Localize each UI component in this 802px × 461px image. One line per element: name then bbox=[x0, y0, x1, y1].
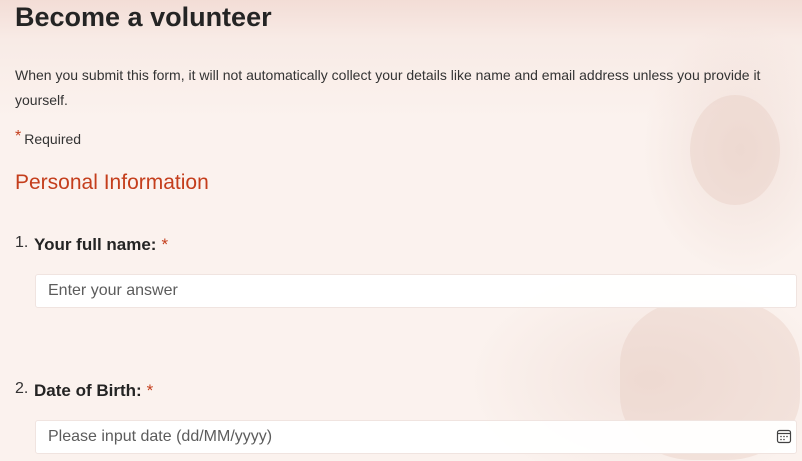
form-title: Become a volunteer bbox=[15, 2, 272, 32]
question-label-text: Your full name: bbox=[34, 235, 157, 254]
required-asterisk: * bbox=[161, 235, 169, 254]
question-date-of-birth: 2. Date of Birth: * bbox=[15, 380, 797, 460]
date-of-birth-input[interactable] bbox=[35, 420, 797, 454]
full-name-input[interactable] bbox=[35, 274, 797, 308]
question-label: Date of Birth: * bbox=[34, 381, 153, 401]
form-description: When you submit this form, it will not a… bbox=[15, 67, 761, 108]
required-asterisk: * bbox=[146, 381, 154, 400]
question-label: Your full name: * bbox=[34, 235, 168, 255]
question-number: 1. bbox=[15, 234, 29, 251]
required-note: * Required bbox=[15, 128, 82, 149]
question-full-name: 1. Your full name: * bbox=[15, 234, 797, 314]
section-title: Personal Information bbox=[15, 171, 209, 194]
calendar-icon[interactable] bbox=[776, 428, 792, 444]
required-asterisk: * bbox=[15, 128, 22, 145]
question-number: 2. bbox=[15, 380, 29, 397]
required-note-label: Required bbox=[24, 131, 82, 147]
question-label-text: Date of Birth: bbox=[34, 381, 142, 400]
